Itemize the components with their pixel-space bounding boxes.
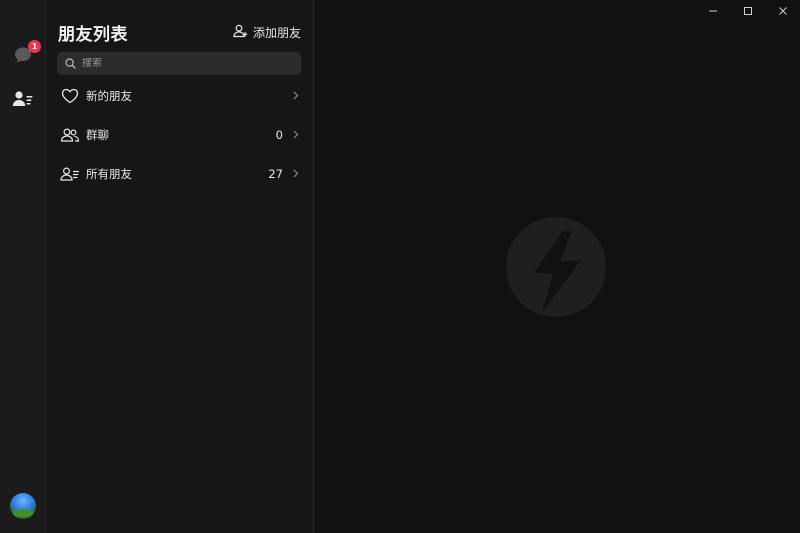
- contacts-list-icon: [12, 89, 34, 113]
- list-item-count: 0: [275, 127, 283, 142]
- add-user-icon: [233, 24, 249, 41]
- list-item-count: 27: [268, 166, 283, 181]
- friends-menu-list: 新的朋友 群聊 0 所有朋友 27: [46, 76, 313, 193]
- search-icon: [65, 54, 76, 73]
- list-item-label: 新的朋友: [86, 88, 132, 103]
- chevron-right-icon: [291, 130, 301, 140]
- add-friend-button[interactable]: 添加朋友: [233, 24, 301, 41]
- list-item-label: 群聊: [86, 127, 109, 142]
- search-input[interactable]: [82, 58, 282, 69]
- heart-icon: [60, 86, 80, 106]
- chevron-right-icon: [291, 169, 301, 179]
- friends-panel: 朋友列表 添加朋友 搜索 新的朋友 群聊 0 所有朋友 27: [46, 0, 314, 533]
- list-item-label: 所有朋友: [86, 166, 132, 181]
- main-content-area: [314, 0, 800, 533]
- app-window: 1 朋友列表 添加朋友 搜索 新的朋友 群聊 0 所有朋友 27: [0, 0, 800, 533]
- all-friends-item[interactable]: 所有朋友 27: [46, 154, 313, 193]
- left-rail: 1: [0, 0, 46, 533]
- add-friend-label: 添加朋友: [252, 25, 301, 40]
- window-controls: [695, 0, 800, 20]
- panel-header: 朋友列表 添加朋友: [58, 20, 301, 45]
- chat-nav-button[interactable]: 1: [8, 40, 41, 72]
- close-button[interactable]: [765, 0, 800, 20]
- minimize-icon: [708, 1, 718, 20]
- page-title: 朋友列表: [58, 24, 128, 45]
- contacts-nav-button[interactable]: [8, 86, 38, 116]
- user-avatar[interactable]: [10, 493, 36, 519]
- chevron-right-icon: [291, 91, 301, 101]
- maximize-button[interactable]: [730, 0, 765, 20]
- minimize-button[interactable]: [695, 0, 730, 20]
- maximize-icon: [743, 1, 753, 20]
- group-chats-item[interactable]: 群聊 0: [46, 115, 313, 154]
- unread-badge: 1: [28, 40, 41, 53]
- search-box[interactable]: [57, 52, 301, 75]
- group-icon: [60, 125, 80, 145]
- close-icon: [778, 1, 788, 20]
- lightning-logo-icon: [506, 217, 606, 317]
- contacts-list-icon: [60, 164, 80, 184]
- new-friends-item[interactable]: 新的朋友: [46, 76, 313, 115]
